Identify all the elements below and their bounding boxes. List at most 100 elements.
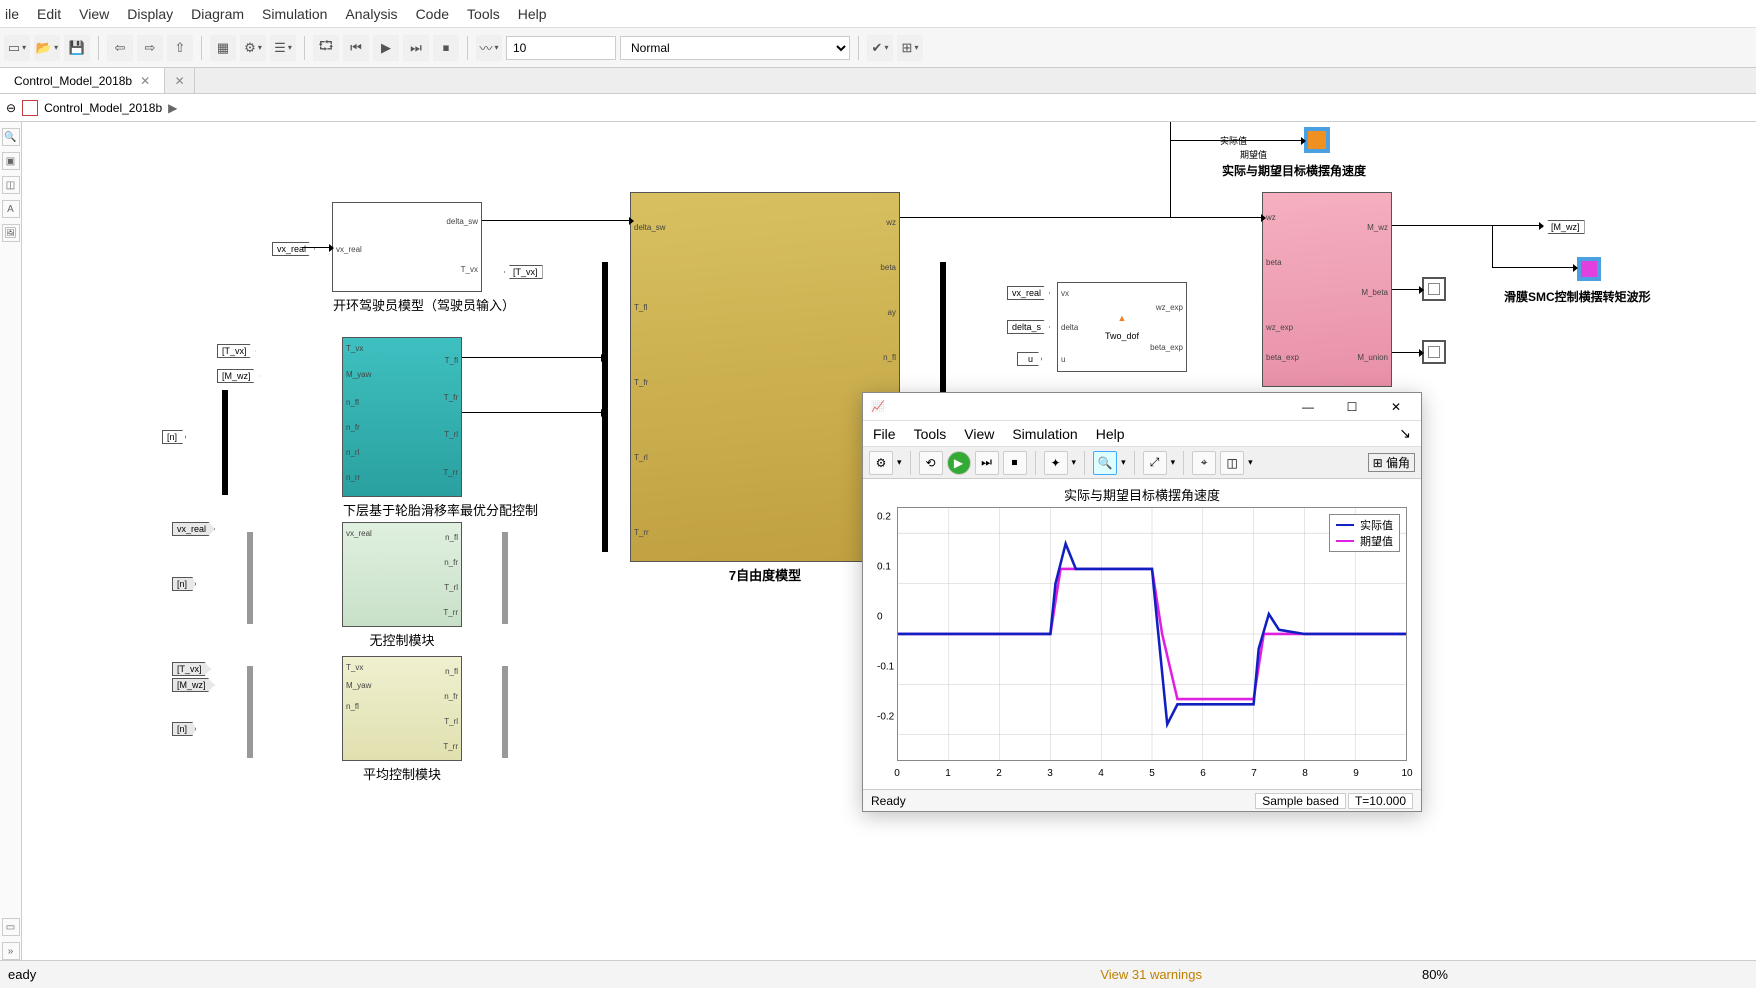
stop-button[interactable]: ⏹	[433, 35, 459, 61]
scope-menu-sim[interactable]: Simulation	[1012, 426, 1077, 442]
maximize-button[interactable]: ☐	[1331, 396, 1373, 418]
minimize-button[interactable]: —	[1287, 396, 1329, 418]
new-tab-button[interactable]: ✕	[165, 68, 195, 93]
check-button[interactable]: ✔	[867, 35, 893, 61]
driver-block[interactable]: vx_real delta_sw T_vx 开环驾驶员模型（驾驶员输入）	[332, 202, 482, 292]
from-n-g[interactable]: [n]	[172, 577, 196, 591]
menu-diagram[interactable]: Diagram	[191, 6, 244, 22]
from-vx-real[interactable]: vx_real	[272, 242, 315, 256]
tire-block[interactable]: T_vx M_yaw n_fl n_fr n_rl n_rr T_fl T_fr…	[342, 337, 462, 497]
goto-t-vx[interactable]: [T_vx]	[504, 265, 543, 279]
breadcrumb-arrow-icon[interactable]: ▶	[168, 101, 177, 115]
record-icon[interactable]: ▭	[2, 918, 20, 936]
menu-view[interactable]: View	[79, 6, 109, 22]
scope-menu-file[interactable]: File	[873, 426, 896, 442]
back-button[interactable]: ⇦	[107, 35, 133, 61]
menu-file[interactable]: ile	[5, 6, 19, 22]
image-icon[interactable]: 🖼	[2, 224, 20, 242]
from-m-wz-g[interactable]: [M_wz]	[172, 678, 215, 692]
scope-titlebar[interactable]: 📈 — ☐ ✕	[863, 393, 1421, 421]
close-tab-icon[interactable]: ✕	[140, 74, 150, 88]
demux-g2[interactable]	[247, 666, 253, 758]
nav-icon[interactable]: ◫	[2, 176, 20, 194]
status-zoom[interactable]: 80%	[1422, 967, 1448, 982]
from-vx-real-g[interactable]: vx_real	[172, 522, 215, 536]
expand-icon[interactable]: »	[2, 942, 20, 960]
stepfwd-button[interactable]: ⏭	[403, 35, 429, 61]
avgctl-block[interactable]: T_vx M_yaw n_fl n_fl n_fr T_rl T_rr 平均控制…	[342, 656, 462, 761]
menu-simulation[interactable]: Simulation	[262, 6, 327, 22]
mux-g1[interactable]	[502, 532, 508, 624]
stepback-button[interactable]: ⏮	[343, 35, 369, 61]
schedule-button[interactable]: ⊞	[897, 35, 923, 61]
scope-stop-icon[interactable]: ⏹	[1003, 451, 1027, 475]
noctl-block[interactable]: vx_real n_fl n_fr T_rl T_rr 无控制模块	[342, 522, 462, 627]
breadcrumb-root[interactable]: Control_Model_2018b	[44, 101, 162, 115]
scope-yaw[interactable]	[1304, 127, 1330, 153]
new-button[interactable]: ▭	[4, 35, 30, 61]
smc-block[interactable]: wz beta wz_exp beta_exp M_wz M_beta M_un…	[1262, 192, 1392, 387]
menu-tools[interactable]: Tools	[467, 6, 500, 22]
scope-step-icon[interactable]: ⏭	[975, 451, 999, 475]
mux-g2[interactable]	[502, 666, 508, 758]
from-m-wz[interactable]: [M_wz]	[217, 369, 260, 383]
up-button[interactable]: ⇧	[167, 35, 193, 61]
signal-button[interactable]: 〰	[476, 35, 502, 61]
goto-m-wz[interactable]: [M_wz]	[1542, 220, 1585, 234]
zoom-icon[interactable]: 🔍	[2, 128, 20, 146]
scope-cursor-icon[interactable]: ⌖	[1192, 451, 1216, 475]
annot-icon[interactable]: A	[2, 200, 20, 218]
scope-smc[interactable]	[1577, 257, 1601, 281]
dof7-block[interactable]: delta_sw T_fl T_fr T_rl T_rr wz beta ay …	[630, 192, 900, 562]
scope-menu-more-icon[interactable]: ↘	[1399, 425, 1411, 442]
scope-menu-tools[interactable]: Tools	[914, 426, 947, 442]
from-vx-real-2[interactable]: vx_real	[1007, 286, 1050, 300]
from-u[interactable]: u	[1017, 352, 1042, 366]
scope-restart-icon[interactable]: ⟲	[919, 451, 943, 475]
menu-help[interactable]: Help	[518, 6, 547, 22]
from-delta-s[interactable]: delta_s	[1007, 320, 1050, 334]
scope-menu-help[interactable]: Help	[1096, 426, 1125, 442]
open-button[interactable]: 📂	[34, 35, 60, 61]
scope-autoscale-icon[interactable]: ⤢	[1143, 451, 1167, 475]
diagram-canvas[interactable]: vx_real [T_vx] vx_real delta_sw T_vx 开环驾…	[22, 122, 1756, 960]
scope-config-icon[interactable]: ⚙	[869, 451, 893, 475]
scope-munion[interactable]	[1422, 340, 1446, 364]
fastrestart-button[interactable]: ⮔	[313, 35, 339, 61]
scope-plot-area[interactable]: 实际与期望目标横摆角速度	[863, 479, 1421, 789]
p: T_vx	[346, 663, 363, 672]
scope-side-label[interactable]: ⊞ 偏角	[1368, 453, 1415, 472]
scope-measure-icon[interactable]: ◫	[1220, 451, 1244, 475]
menu-display[interactable]: Display	[127, 6, 173, 22]
demux-g1[interactable]	[247, 532, 253, 624]
demux-n[interactable]	[222, 390, 228, 495]
config-button[interactable]: ⚙	[240, 35, 266, 61]
menu-analysis[interactable]: Analysis	[345, 6, 397, 22]
scope-zoom-icon[interactable]: 🔍	[1093, 451, 1117, 475]
save-button[interactable]: 💾	[64, 35, 90, 61]
menu-edit[interactable]: Edit	[37, 6, 61, 22]
hide-explorer-icon[interactable]: ⊖	[6, 101, 16, 115]
from-n-g2[interactable]: [n]	[172, 722, 196, 736]
model-tab[interactable]: Control_Model_2018b ✕	[0, 68, 165, 93]
scope-highlight-icon[interactable]: ✦	[1044, 451, 1068, 475]
mux-7dof-in[interactable]	[602, 262, 608, 552]
from-t-vx-g[interactable]: [T_vx]	[172, 662, 211, 676]
simmode-select[interactable]: Normal	[620, 36, 850, 60]
stoptime-input[interactable]	[506, 36, 616, 60]
run-button[interactable]: ▶	[373, 35, 399, 61]
scope-window[interactable]: 📈 — ☐ ✕ File Tools View Simulation Help …	[862, 392, 1422, 812]
status-warnings[interactable]: View 31 warnings	[1100, 967, 1202, 982]
twodof-block[interactable]: vx delta u wz_exp beta_exp Two_dof ▲	[1057, 282, 1187, 372]
fit-icon[interactable]: ▣	[2, 152, 20, 170]
menu-code[interactable]: Code	[416, 6, 449, 22]
log-button[interactable]: ☰	[270, 35, 296, 61]
close-button[interactable]: ✕	[1375, 396, 1417, 418]
forward-button[interactable]: ⇨	[137, 35, 163, 61]
from-t-vx[interactable]: [T_vx]	[217, 344, 256, 358]
library-button[interactable]: ▦	[210, 35, 236, 61]
scope-menu-view[interactable]: View	[964, 426, 994, 442]
scope-run-icon[interactable]: ▶	[947, 451, 971, 475]
from-n[interactable]: [n]	[162, 430, 186, 444]
scope-mbeta[interactable]	[1422, 277, 1446, 301]
